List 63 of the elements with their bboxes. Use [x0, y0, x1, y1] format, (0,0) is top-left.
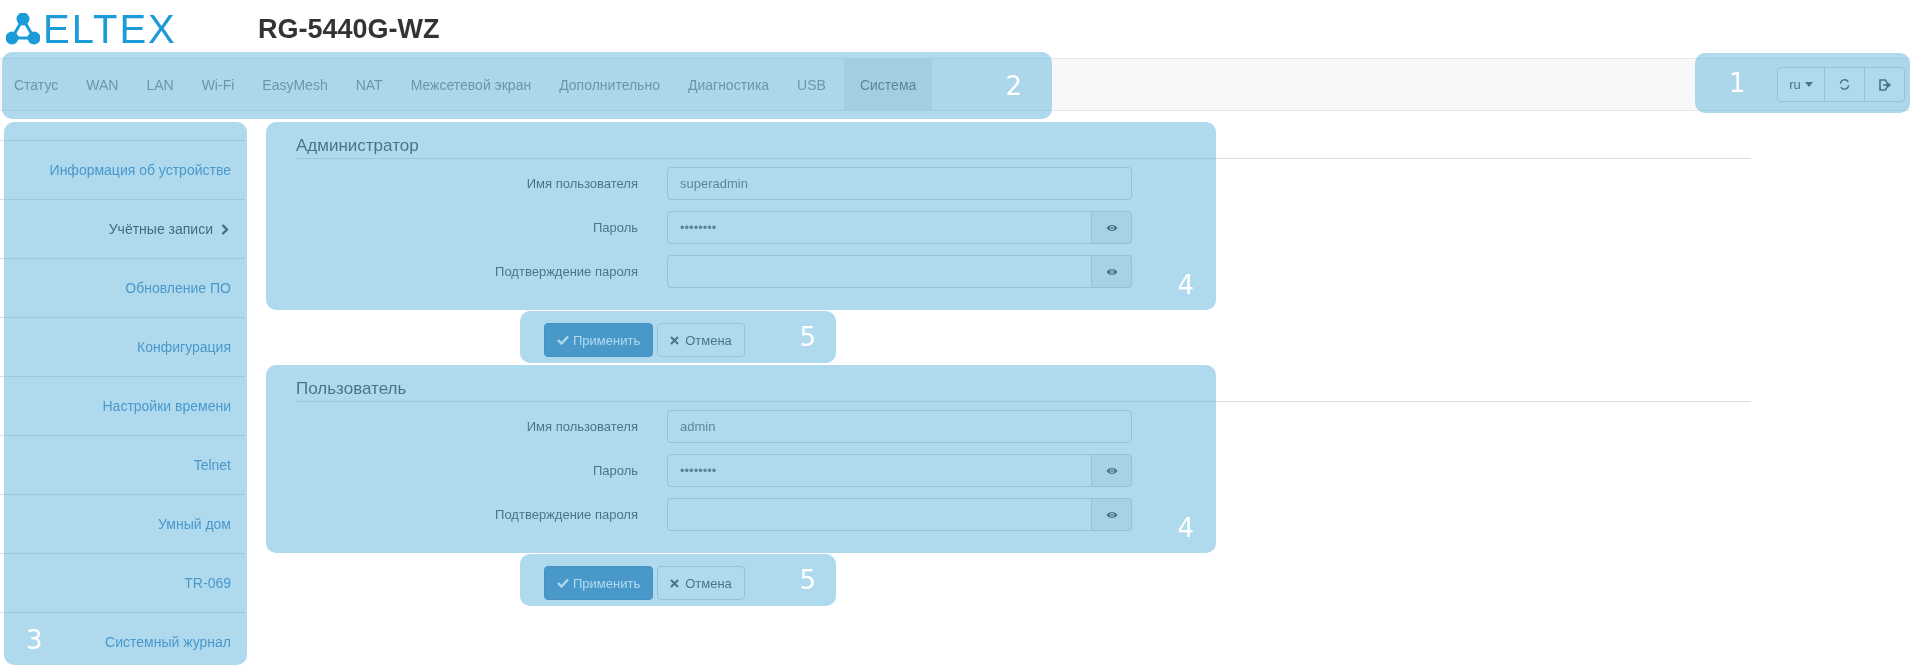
show-password-button[interactable] [1092, 255, 1132, 288]
nav-tab[interactable]: Статус [0, 59, 73, 110]
show-password-button[interactable] [1092, 211, 1132, 244]
caret-icon [1804, 82, 1813, 87]
callout-number: 3 [26, 627, 43, 653]
eye-icon [1105, 267, 1118, 276]
nav-tab[interactable]: Система [843, 59, 933, 110]
nav-tab[interactable]: Дополнительно [545, 59, 674, 110]
apply-button[interactable]: Применить [544, 323, 654, 357]
apply-button[interactable]: Применить [544, 566, 654, 600]
cancel-button[interactable]: Отмена [657, 566, 745, 600]
password-field[interactable]: •••••••• [667, 454, 1092, 487]
check-icon [557, 335, 569, 345]
callout-number: 1 [1729, 70, 1746, 96]
callout-number: 4 [1177, 272, 1194, 298]
logout-icon [1877, 77, 1892, 92]
section-title: Администратор [296, 136, 1751, 159]
nav-tab[interactable]: EasyMesh [248, 59, 342, 110]
logo-icon [6, 13, 40, 45]
callout-number: 2 [1005, 72, 1022, 99]
check-icon [557, 578, 569, 588]
field-label: Имя пользователя [525, 419, 638, 434]
eye-icon [1105, 510, 1118, 519]
device-title: RG-5440G-WZ [258, 13, 440, 45]
field-label: Имя пользователя [525, 176, 638, 191]
username-field[interactable]: admin [667, 410, 1132, 443]
logo-text: ELTEX [43, 9, 177, 49]
nav-tab[interactable]: Межсетевой экран [396, 59, 546, 110]
password-field[interactable] [667, 498, 1092, 531]
callout-number: 5 [799, 324, 816, 350]
password-field[interactable]: •••••••• [667, 211, 1092, 244]
field-label: Пароль [591, 220, 638, 235]
refresh-icon [1838, 78, 1851, 91]
sidebar-item[interactable]: Обновление ПО [0, 258, 245, 317]
sidebar-item[interactable]: Информация об устройстве [0, 140, 245, 199]
sidebar-item[interactable]: Умный дом [0, 494, 245, 553]
nav-tab[interactable]: Диагностика [673, 59, 784, 110]
sidebar-item[interactable]: Telnet [0, 435, 245, 494]
show-password-button[interactable] [1092, 454, 1132, 487]
nav-tab[interactable]: WAN [72, 59, 133, 110]
nav-tab[interactable]: NAT [341, 59, 397, 110]
eye-icon [1105, 223, 1118, 232]
section-title: Пользователь [296, 379, 1751, 402]
close-icon [670, 578, 680, 588]
password-field[interactable] [667, 255, 1092, 288]
sidebar-item[interactable]: TR-069 [0, 553, 245, 612]
field-label: Пароль [591, 463, 638, 478]
callout-number: 4 [1177, 515, 1194, 541]
eye-icon [1105, 466, 1118, 475]
sidebar-item[interactable]: Настройки времени [0, 376, 245, 435]
nav-tab[interactable]: Wi-Fi [187, 59, 249, 110]
chevron-right-icon [221, 223, 229, 235]
username-field[interactable]: superadmin [667, 167, 1132, 200]
nav-tab[interactable]: USB [783, 59, 840, 110]
close-icon [670, 335, 680, 345]
field-label: Подтверждение пароля [494, 507, 638, 522]
cancel-button[interactable]: Отмена [657, 323, 745, 357]
nav-tab[interactable]: LAN [132, 59, 188, 110]
sidebar-item[interactable]: Конфигурация [0, 317, 245, 376]
sidebar-item[interactable]: Учётные записи [0, 199, 245, 258]
callout-number: 5 [799, 567, 816, 593]
field-label: Подтверждение пароля [494, 264, 638, 279]
show-password-button[interactable] [1092, 498, 1132, 531]
